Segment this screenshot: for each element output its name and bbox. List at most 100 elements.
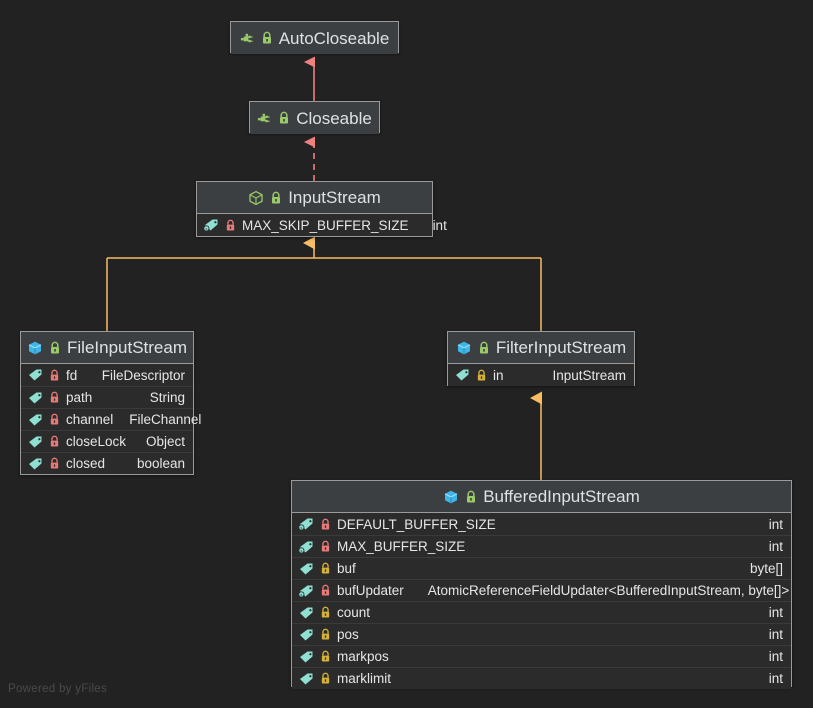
member-type: String xyxy=(140,390,185,405)
lock-private-icon xyxy=(49,457,60,470)
member-name: marklimit xyxy=(337,671,391,686)
node-autocloseable[interactable]: AutoCloseable xyxy=(230,21,399,53)
svg-text:s: s xyxy=(300,548,302,553)
member-row[interactable]: buf byte[] xyxy=(292,557,791,579)
field-icon xyxy=(27,457,43,471)
field-icon xyxy=(27,413,43,427)
member-row[interactable]: closeLock Object xyxy=(21,430,193,452)
member-row[interactable]: s DEFAULT_BUFFER_SIZE int xyxy=(292,513,791,535)
node-bufferedinputstream[interactable]: BufferedInputStream s xyxy=(291,480,792,687)
node-filterinputstream-members: in InputStream xyxy=(448,364,634,386)
node-bufferedinputstream-title: BufferedInputStream xyxy=(483,488,640,505)
lock-private-icon xyxy=(49,369,60,382)
static-field-icon: s xyxy=(203,218,219,232)
static-field-icon: s xyxy=(298,540,314,554)
field-icon xyxy=(27,391,43,405)
member-name: closed xyxy=(66,456,105,471)
member-row[interactable]: channel FileChannel xyxy=(21,408,193,430)
lock-protected-icon xyxy=(320,562,331,575)
field-icon xyxy=(298,562,314,576)
class-icon xyxy=(443,489,459,505)
member-row[interactable]: in InputStream xyxy=(448,364,634,386)
node-closeable-header: Closeable xyxy=(250,102,379,134)
member-type: InputStream xyxy=(542,368,626,383)
node-inputstream[interactable]: InputStream s xyxy=(196,181,433,237)
svg-text:s: s xyxy=(300,525,302,530)
node-bufferedinputstream-members: s DEFAULT_BUFFER_SIZE int xyxy=(292,513,791,689)
node-closeable-title: Closeable xyxy=(296,110,372,127)
member-type: int xyxy=(759,539,783,554)
member-name: channel xyxy=(66,412,113,427)
node-inputstream-members: s MAX_SKIP_BUFFER_SIZE int xyxy=(197,214,432,236)
lock-public-icon xyxy=(270,191,282,205)
node-inputstream-header: InputStream xyxy=(197,182,432,214)
field-icon xyxy=(298,650,314,664)
member-type: byte[] xyxy=(740,561,783,576)
member-type: boolean xyxy=(127,456,185,471)
member-row[interactable]: closed boolean xyxy=(21,452,193,474)
lock-public-icon xyxy=(465,490,477,504)
class-icon xyxy=(456,340,472,356)
member-name: MAX_SKIP_BUFFER_SIZE xyxy=(242,218,409,233)
lock-protected-icon xyxy=(320,672,331,685)
lock-protected-icon xyxy=(320,650,331,663)
lock-private-icon xyxy=(320,540,331,553)
member-type: int xyxy=(759,671,783,686)
lock-protected-icon xyxy=(320,628,331,641)
member-name: markpos xyxy=(337,649,389,664)
lock-protected-icon xyxy=(476,369,487,382)
node-fileinputstream-members: fd FileDescriptor path xyxy=(21,364,193,474)
lock-private-icon xyxy=(49,435,60,448)
member-type: int xyxy=(759,605,783,620)
node-filterinputstream-title: FilterInputStream xyxy=(496,339,626,356)
lock-public-icon xyxy=(278,111,290,125)
lock-private-icon xyxy=(320,584,331,597)
member-type: int xyxy=(759,649,783,664)
node-fileinputstream-title: FileInputStream xyxy=(67,339,187,356)
field-icon xyxy=(298,672,314,686)
member-name: path xyxy=(66,390,92,405)
abstract-class-icon xyxy=(248,190,264,206)
field-icon xyxy=(298,628,314,642)
member-row[interactable]: fd FileDescriptor xyxy=(21,364,193,386)
lock-private-icon xyxy=(49,413,60,426)
field-icon xyxy=(27,435,43,449)
node-bufferedinputstream-header: BufferedInputStream xyxy=(292,481,791,513)
member-row[interactable]: s MAX_SKIP_BUFFER_SIZE int xyxy=(197,214,432,236)
member-row[interactable]: path String xyxy=(21,386,193,408)
member-row[interactable]: pos int xyxy=(292,623,791,645)
node-inputstream-title: InputStream xyxy=(288,189,381,206)
member-type: int xyxy=(423,218,447,233)
uml-diagram-canvas: AutoCloseable xyxy=(0,0,813,708)
member-name: fd xyxy=(66,368,77,383)
member-row[interactable]: marklimit int xyxy=(292,667,791,689)
static-field-icon: s xyxy=(298,517,314,531)
member-type: AtomicReferenceFieldUpdater<BufferedInpu… xyxy=(418,583,789,598)
node-fileinputstream-header: FileInputStream xyxy=(21,332,193,364)
member-row[interactable]: s MAX_BUFFER_SIZE int xyxy=(292,535,791,557)
node-filterinputstream[interactable]: FilterInputStream in I xyxy=(447,331,635,386)
field-icon xyxy=(27,368,43,382)
static-field-icon: s xyxy=(298,584,314,598)
lock-private-icon xyxy=(320,518,331,531)
class-icon xyxy=(27,340,43,356)
member-name: closeLock xyxy=(66,434,126,449)
lock-public-icon xyxy=(261,31,273,45)
node-autocloseable-title: AutoCloseable xyxy=(279,30,390,47)
lock-private-icon xyxy=(49,391,60,404)
member-name: MAX_BUFFER_SIZE xyxy=(337,539,465,554)
watermark: Powered by yFiles xyxy=(8,683,107,695)
member-name: in xyxy=(493,368,504,383)
member-row[interactable]: markpos int xyxy=(292,645,791,667)
lock-protected-icon xyxy=(320,606,331,619)
member-name: count xyxy=(337,605,370,620)
member-row[interactable]: s bufUpdater AtomicReferenceFieldUpdater… xyxy=(292,579,791,601)
member-type: int xyxy=(759,517,783,532)
node-fileinputstream[interactable]: FileInputStream fd Fi xyxy=(20,331,194,475)
member-name: DEFAULT_BUFFER_SIZE xyxy=(337,517,496,532)
member-row[interactable]: count int xyxy=(292,601,791,623)
node-closeable[interactable]: Closeable xyxy=(249,101,380,133)
member-type: FileDescriptor xyxy=(92,368,185,383)
node-autocloseable-header: AutoCloseable xyxy=(231,22,398,54)
svg-text:s: s xyxy=(205,226,207,231)
